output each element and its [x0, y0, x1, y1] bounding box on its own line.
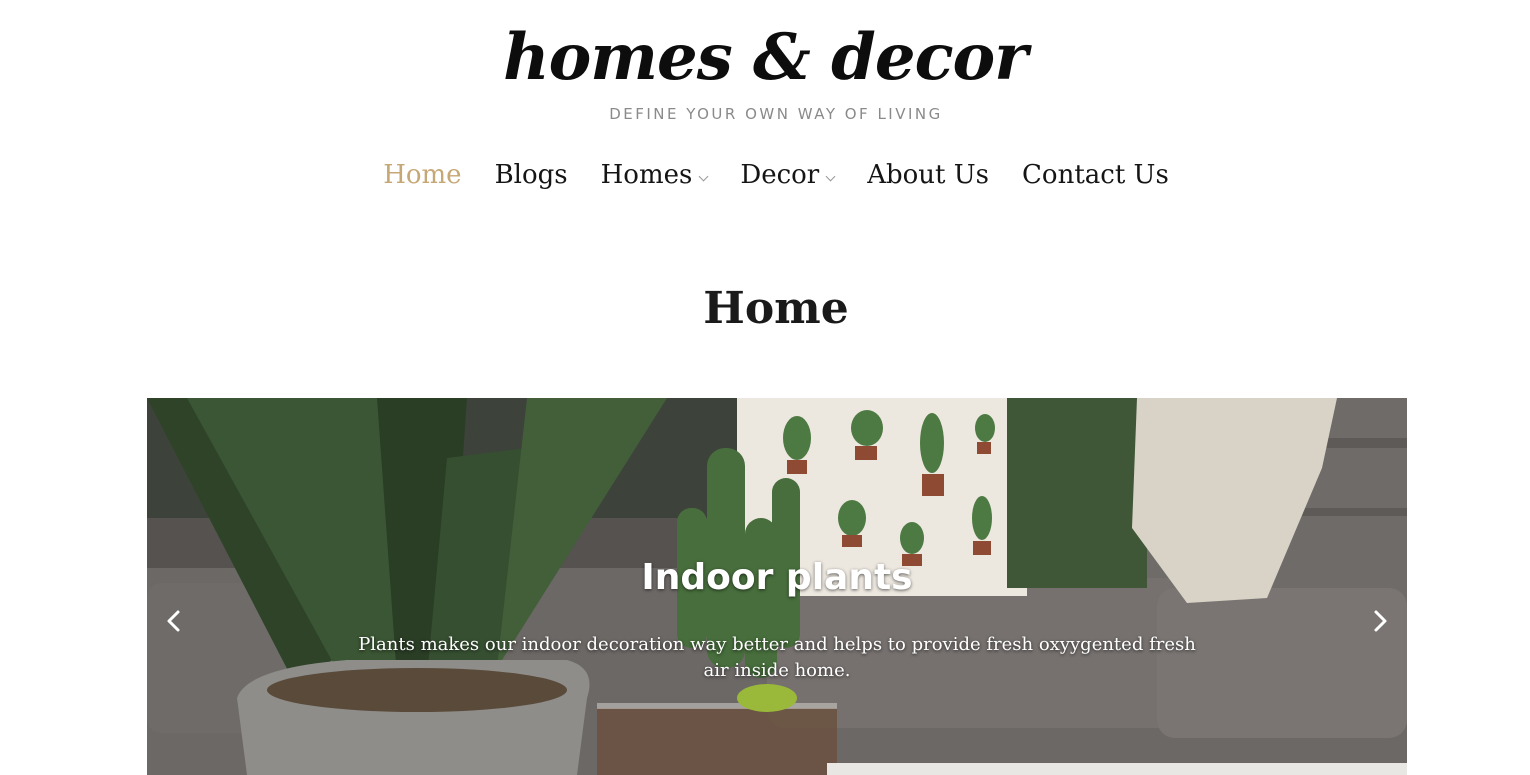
site-title[interactable]: homes & decor: [0, 18, 1530, 98]
nav-item-label: Home: [383, 160, 462, 190]
nav-item-contact-us[interactable]: Contact Us: [1022, 156, 1169, 194]
nav-item-home[interactable]: Home: [383, 156, 461, 194]
chevron-down-icon: [698, 171, 709, 181]
nav-item-about-us[interactable]: About Us: [867, 156, 989, 194]
slider-next-button[interactable]: [1365, 606, 1395, 636]
page-title: Home: [703, 283, 849, 334]
nav-item-label: Contact Us: [1022, 160, 1169, 190]
chevron-down-icon: [825, 171, 836, 181]
hero-slider[interactable]: Indoor plants Plants makes our indoor de…: [147, 398, 1407, 775]
slide-caption-title: Indoor plants: [641, 557, 913, 598]
nav-item-label: Blogs: [494, 160, 568, 190]
nav-item-label: Homes: [600, 160, 693, 190]
slide-caption-text: Plants makes our indoor decoration way b…: [358, 634, 1196, 681]
nav-item-label: About Us: [867, 160, 990, 190]
site-tagline: DEFINE YOUR OWN WAY OF LIVING: [609, 105, 943, 123]
chevron-right-icon: [1374, 610, 1387, 632]
nav-item-label: Decor: [740, 160, 820, 190]
slider-prev-button[interactable]: [159, 606, 189, 636]
main-nav: Home Blogs Homes Decor About Us Contact …: [0, 156, 1530, 194]
chevron-left-icon: [167, 610, 180, 632]
slide-caption: Indoor plants Plants makes our indoor de…: [147, 398, 1407, 775]
nav-item-decor[interactable]: Decor: [740, 156, 836, 194]
nav-item-blogs[interactable]: Blogs: [495, 156, 568, 194]
nav-item-homes[interactable]: Homes: [600, 156, 709, 194]
